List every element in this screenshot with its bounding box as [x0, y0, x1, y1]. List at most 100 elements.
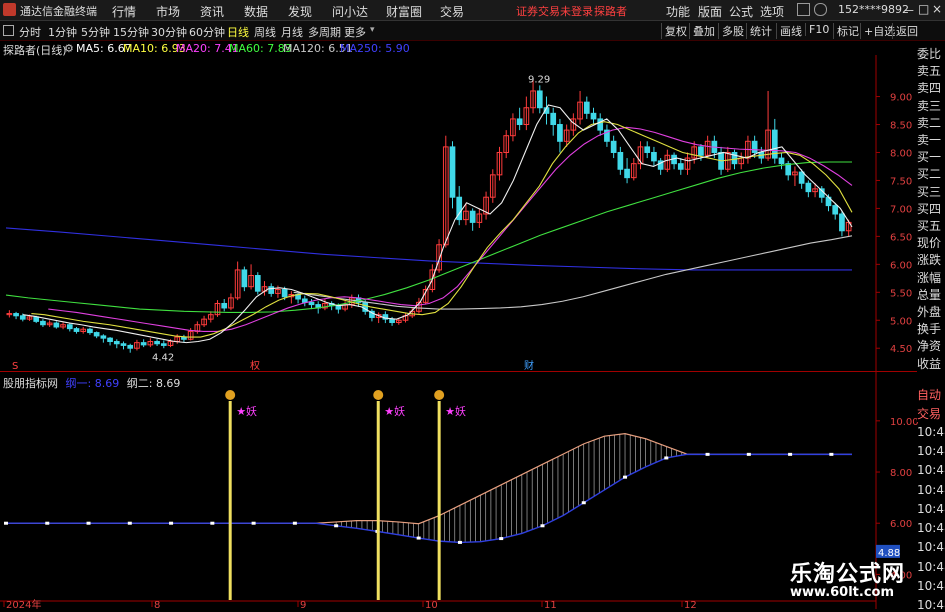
candle-body: [40, 320, 46, 326]
sub-dot: [292, 521, 297, 525]
sub-panel-row-9: 10:48: [917, 559, 945, 574]
sub-dot: [334, 524, 339, 528]
menu-shuju[interactable]: 数据: [244, 3, 268, 20]
menu-zixun[interactable]: 资讯: [200, 3, 224, 20]
user-account[interactable]: 152****9892: [838, 3, 909, 16]
candle-body: [87, 328, 93, 334]
settings-gear-icon[interactable]: ⚙: [64, 42, 74, 55]
candle-body: [617, 151, 624, 170]
login-warning[interactable]: 证券交易未登录: [516, 3, 593, 19]
menu-gongshi[interactable]: 公式: [729, 3, 753, 20]
toggle-icon[interactable]: [3, 25, 14, 36]
menu-shichang[interactable]: 市场: [156, 3, 180, 20]
menu-xuanxiang[interactable]: 选项: [760, 3, 784, 20]
btn-biaoji[interactable]: 标记: [833, 23, 859, 39]
quote-row-17: 净资: [917, 337, 945, 355]
signal-bar-1: [376, 401, 380, 600]
message-icon[interactable]: [797, 3, 810, 16]
tf-60min[interactable]: 60分钟: [189, 24, 225, 40]
ytick-label: 7.50: [890, 176, 912, 187]
tf-15min[interactable]: 15分钟: [113, 24, 149, 40]
btn-diejia[interactable]: 叠加: [689, 23, 715, 39]
candle-body: [698, 146, 704, 156]
kline-chart[interactable]: 9.00 8.50 8.00 7.50 7.00 6.50 6.00 5.50 5.00 4.50…: [0, 55, 945, 609]
quote-row-18: 收益: [917, 354, 945, 372]
title-bar: 通达信金融终端 行情 市场 资讯 数据 发现 问小达 财富圈 交易 证券交易未登…: [0, 0, 945, 21]
user-avatar-icon[interactable]: [814, 3, 827, 16]
x-tick-label: 2024年: [6, 598, 41, 609]
ma60-line: [5, 161, 852, 313]
candle-body: [610, 140, 617, 153]
sub-dot: [4, 521, 8, 525]
x-tick-label: 9: [300, 600, 306, 609]
sub-dot: [499, 537, 504, 541]
candle-body: [127, 344, 134, 349]
sub-ytick-label: 8.00: [890, 468, 912, 479]
tf-monthly[interactable]: 月线: [281, 24, 303, 40]
watermark-url: www.60lt.com: [790, 585, 895, 600]
candle-body: [221, 302, 228, 309]
tf-weekly[interactable]: 周线: [254, 24, 276, 40]
maximize-button[interactable]: □: [918, 2, 929, 16]
ma250-line: [5, 227, 852, 271]
candle-body: [33, 316, 40, 322]
menu-hangqing[interactable]: 行情: [112, 3, 136, 20]
ma250-label: MA250: 5.90: [340, 42, 410, 55]
ytick-label: 4.50: [890, 344, 912, 355]
btn-fanhui[interactable]: 返回: [892, 23, 918, 39]
quote-row-1: 卖五: [917, 62, 945, 80]
x-tick-label: 8: [154, 600, 160, 609]
sub-panel-row-5: 10:48: [917, 482, 945, 497]
period-toolbar: 分时 1分钟 5分钟 15分钟 30分钟 60分钟 日线 周线 月线 多周期 更…: [0, 21, 945, 41]
menu-faxian[interactable]: 发现: [288, 3, 312, 20]
minimize-button[interactable]: －: [903, 2, 915, 19]
candle-body: [469, 210, 476, 223]
sub-dot: [45, 521, 50, 525]
btn-tongji[interactable]: 统计: [746, 23, 772, 39]
btn-fuquan[interactable]: 复权: [661, 23, 687, 39]
quote-row-13: 涨幅: [917, 268, 945, 286]
x-tick-label: 11: [544, 600, 557, 609]
tf-more[interactable]: 更多: [344, 24, 366, 40]
candle-body: [839, 213, 845, 232]
tf-daily[interactable]: 日线: [227, 24, 249, 40]
btn-duogu[interactable]: 多股: [718, 23, 744, 39]
tf-5min[interactable]: 5分钟: [81, 24, 110, 40]
menu-wenxiaoda[interactable]: 问小达: [332, 3, 368, 20]
tf-30min[interactable]: 30分钟: [151, 24, 187, 40]
sub-panel-row-10: 10:48: [917, 579, 945, 593]
sub-panel-row-1[interactable]: 交易: [917, 405, 945, 423]
tf-1min[interactable]: 1分钟: [48, 24, 77, 40]
sub-dot: [746, 452, 751, 456]
signal-label-1: ★妖: [384, 404, 405, 418]
candle-body: [389, 318, 395, 323]
btn-zixuan[interactable]: +自选: [860, 23, 895, 39]
tf-multi[interactable]: 多周期: [308, 24, 341, 40]
btn-f10[interactable]: F10: [805, 23, 829, 36]
signal-bar-2: [437, 401, 441, 600]
sub-panel-row-0[interactable]: 自动: [917, 386, 945, 403]
candle-body: [66, 324, 73, 330]
sub-dot: [127, 521, 132, 525]
menu-jiaoyi[interactable]: 交易: [440, 3, 464, 20]
ytick-label: 5.50: [890, 288, 912, 299]
quote-row-14: 总量: [917, 285, 945, 303]
quote-row-2: 卖四: [917, 79, 945, 97]
menu-banmian[interactable]: 版面: [698, 3, 722, 20]
quote-row-7: 买二: [917, 165, 945, 183]
chevron-down-icon[interactable]: ▾: [370, 25, 375, 35]
quote-row-8: 买三: [917, 182, 945, 200]
close-button[interactable]: ×: [932, 2, 942, 16]
signal-label-0: ★妖: [236, 404, 257, 418]
candle-body: [241, 269, 248, 288]
signal-label-2: ★妖: [445, 404, 466, 418]
sub-dot: [86, 521, 91, 525]
tf-fenshi[interactable]: 分时: [19, 24, 41, 40]
menu-gongneng[interactable]: 功能: [666, 3, 690, 20]
menu-caifuquan[interactable]: 财富圈: [386, 3, 422, 20]
ytick-label: 8.00: [890, 148, 912, 159]
candle-body: [160, 343, 167, 346]
candle-body: [100, 335, 107, 339]
sub-dot: [251, 521, 256, 525]
btn-huaxian[interactable]: 画线: [776, 23, 802, 39]
